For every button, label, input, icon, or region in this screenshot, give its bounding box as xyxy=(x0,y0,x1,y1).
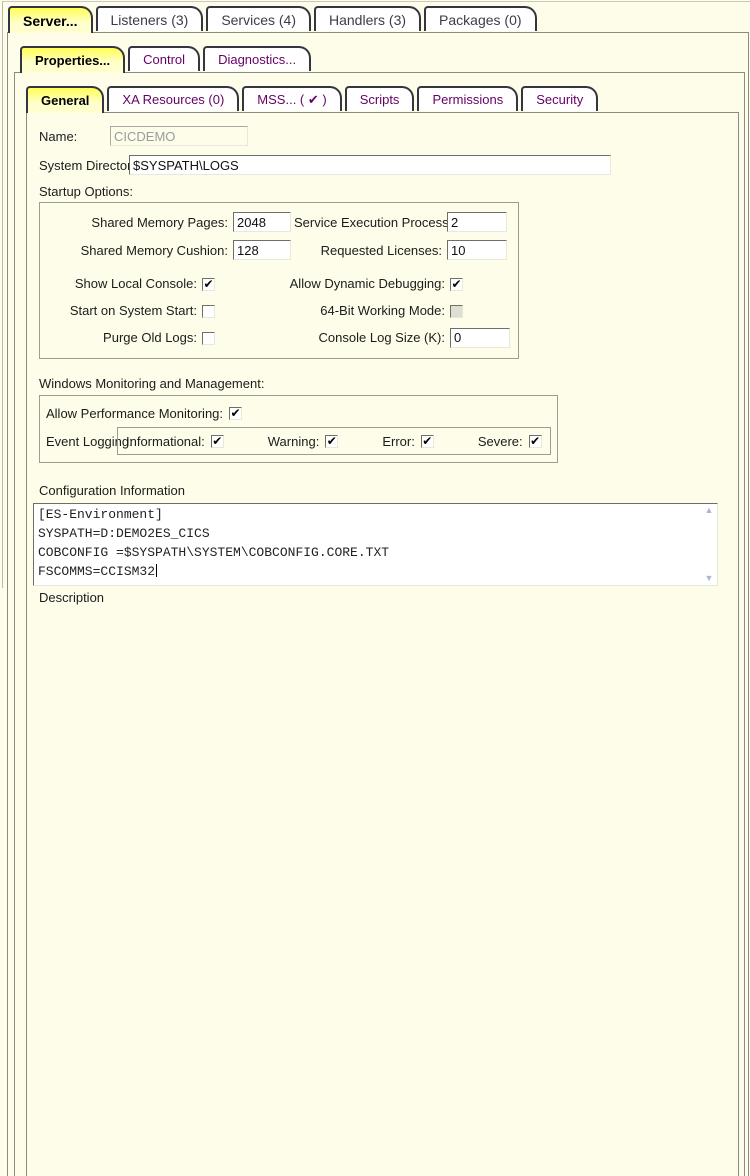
description-title: Description xyxy=(39,590,726,605)
server-admin-page: Server... Listeners (3) Services (4) Han… xyxy=(2,1,750,588)
startup-options-group: Shared Memory Pages: Service Execution P… xyxy=(39,202,519,359)
error-checkbox[interactable]: ✔ xyxy=(421,435,434,448)
tab-services-label: Services (4) xyxy=(221,12,296,28)
startup-row-1: Shared Memory Pages: Service Execution P… xyxy=(44,208,514,236)
startup-row-3: Show Local Console: ✔ Allow Dynamic Debu… xyxy=(44,270,514,297)
warning-checkbox[interactable]: ✔ xyxy=(325,435,338,448)
show-local-console-label: Show Local Console: xyxy=(44,276,197,291)
informational-label: Informational: xyxy=(126,434,205,449)
tab-scripts-label: Scripts xyxy=(360,92,400,107)
configuration-information-title: Configuration Information xyxy=(39,483,726,498)
text-caret xyxy=(156,564,157,577)
console-log-size-label: Console Log Size (K): xyxy=(287,330,445,345)
monitoring-title: Windows Monitoring and Management: xyxy=(39,376,726,391)
tab-packages[interactable]: Packages (0) xyxy=(424,6,536,31)
tab-listeners[interactable]: Listeners (3) xyxy=(96,6,204,31)
event-logging-group: Informational: ✔ Warning: ✔ Error: ✔ Severe… xyxy=(117,427,551,455)
configuration-textarea[interactable]: [ES-Environment] SYSPATH=D:DEMO2ES_CICS … xyxy=(33,503,718,586)
shared-memory-cushion-input[interactable] xyxy=(233,240,291,260)
event-logging-label: Event Logging: xyxy=(46,434,117,449)
start-on-system-start-checkbox[interactable] xyxy=(202,305,215,318)
tab-mss-label: MSS... ( ✔ ) xyxy=(257,92,326,108)
startup-row-2: Shared Memory Cushion: Requested License… xyxy=(44,236,514,264)
tab-mss[interactable]: MSS... ( ✔ ) xyxy=(242,86,341,111)
server-tab-bar: Server... Listeners (3) Services (4) Han… xyxy=(3,6,750,32)
scroll-down-icon[interactable]: ▼ xyxy=(705,574,714,583)
allow-performance-monitoring-checkbox[interactable]: ✔ xyxy=(229,407,242,420)
tab-services[interactable]: Services (4) xyxy=(206,6,311,31)
purge-old-logs-checkbox[interactable] xyxy=(202,332,215,345)
tab-packages-label: Packages (0) xyxy=(439,12,521,28)
event-logging-row: Event Logging: Informational: ✔ Warning: ✔… xyxy=(46,427,549,455)
properties-panel: General XA Resources (0) MSS... ( ✔ ) Sc… xyxy=(14,72,745,1176)
severe-checkbox[interactable]: ✔ xyxy=(529,435,542,448)
tab-scripts[interactable]: Scripts xyxy=(345,86,415,111)
allow-performance-monitoring-label: Allow Performance Monitoring: xyxy=(46,406,223,421)
tab-handlers[interactable]: Handlers (3) xyxy=(314,6,421,31)
tab-xa-resources[interactable]: XA Resources (0) xyxy=(107,86,239,111)
allow-dynamic-debugging-label: Allow Dynamic Debugging: xyxy=(287,276,445,291)
scroll-up-icon[interactable]: ▲ xyxy=(705,506,714,515)
shared-memory-pages-label: Shared Memory Pages: xyxy=(44,215,228,230)
tab-general-label: General xyxy=(41,93,89,108)
startup-row-4: Start on System Start: 64-Bit Working Mo… xyxy=(44,297,514,324)
server-panel: Properties... Control Diagnostics... Gen… xyxy=(7,32,749,1176)
name-label: Name: xyxy=(39,129,110,144)
service-execution-processes-input[interactable] xyxy=(447,212,507,232)
allow-dynamic-debugging-checkbox[interactable]: ✔ xyxy=(450,278,463,291)
configuration-text: [ES-Environment] SYSPATH=D:DEMO2ES_CICS … xyxy=(34,504,701,585)
requested-licenses-input[interactable] xyxy=(447,240,507,260)
tab-server[interactable]: Server... xyxy=(8,6,93,33)
shared-memory-cushion-label: Shared Memory Cushion: xyxy=(44,243,228,258)
tab-general[interactable]: General xyxy=(26,86,104,113)
name-row: Name: xyxy=(39,126,726,146)
warning-label: Warning: xyxy=(268,434,320,449)
tab-listeners-label: Listeners (3) xyxy=(111,12,189,28)
startup-options-title: Startup Options: xyxy=(39,184,726,199)
tab-permissions-label: Permissions xyxy=(432,92,503,107)
general-panel: Name: System Directory: Startup Options:… xyxy=(26,112,739,1176)
64bit-working-mode-label: 64-Bit Working Mode: xyxy=(287,303,445,318)
tab-xa-resources-label: XA Resources (0) xyxy=(122,92,224,107)
tab-diagnostics[interactable]: Diagnostics... xyxy=(203,46,311,71)
tab-properties-label: Properties... xyxy=(35,53,110,68)
tab-server-label: Server... xyxy=(23,13,78,29)
system-directory-input[interactable] xyxy=(129,155,611,175)
tab-permissions[interactable]: Permissions xyxy=(417,86,518,111)
performance-monitoring-row: Allow Performance Monitoring: ✔ xyxy=(46,402,549,424)
properties-tab-bar: Properties... Control Diagnostics... xyxy=(8,46,748,72)
tab-control-label: Control xyxy=(143,52,185,67)
purge-old-logs-label: Purge Old Logs: xyxy=(44,330,197,345)
start-on-system-start-label: Start on System Start: xyxy=(44,303,197,318)
console-log-size-input[interactable] xyxy=(450,328,510,348)
tab-security-label: Security xyxy=(536,92,583,107)
name-input xyxy=(110,126,248,146)
system-directory-row: System Directory: xyxy=(39,155,726,175)
severe-label: Severe: xyxy=(478,434,523,449)
show-local-console-checkbox[interactable]: ✔ xyxy=(202,278,215,291)
startup-row-5: Purge Old Logs: Console Log Size (K): xyxy=(44,324,514,351)
tab-handlers-label: Handlers (3) xyxy=(329,12,406,28)
error-label: Error: xyxy=(382,434,415,449)
monitoring-group: Allow Performance Monitoring: ✔ Event Lo… xyxy=(39,395,558,463)
textarea-scrollbar[interactable]: ▲ ▼ xyxy=(701,504,717,585)
tab-diagnostics-label: Diagnostics... xyxy=(218,52,296,67)
64bit-working-mode-checkbox xyxy=(450,305,463,318)
requested-licenses-label: Requested Licenses: xyxy=(294,243,442,258)
tab-control[interactable]: Control xyxy=(128,46,200,71)
tab-properties[interactable]: Properties... xyxy=(20,46,125,73)
shared-memory-pages-input[interactable] xyxy=(233,212,291,232)
system-directory-label: System Directory: xyxy=(39,158,129,173)
informational-checkbox[interactable]: ✔ xyxy=(211,435,224,448)
tab-security[interactable]: Security xyxy=(521,86,598,111)
general-tab-bar: General XA Resources (0) MSS... ( ✔ ) Sc… xyxy=(15,86,744,112)
service-execution-processes-label: Service Execution Processes: xyxy=(294,215,442,230)
